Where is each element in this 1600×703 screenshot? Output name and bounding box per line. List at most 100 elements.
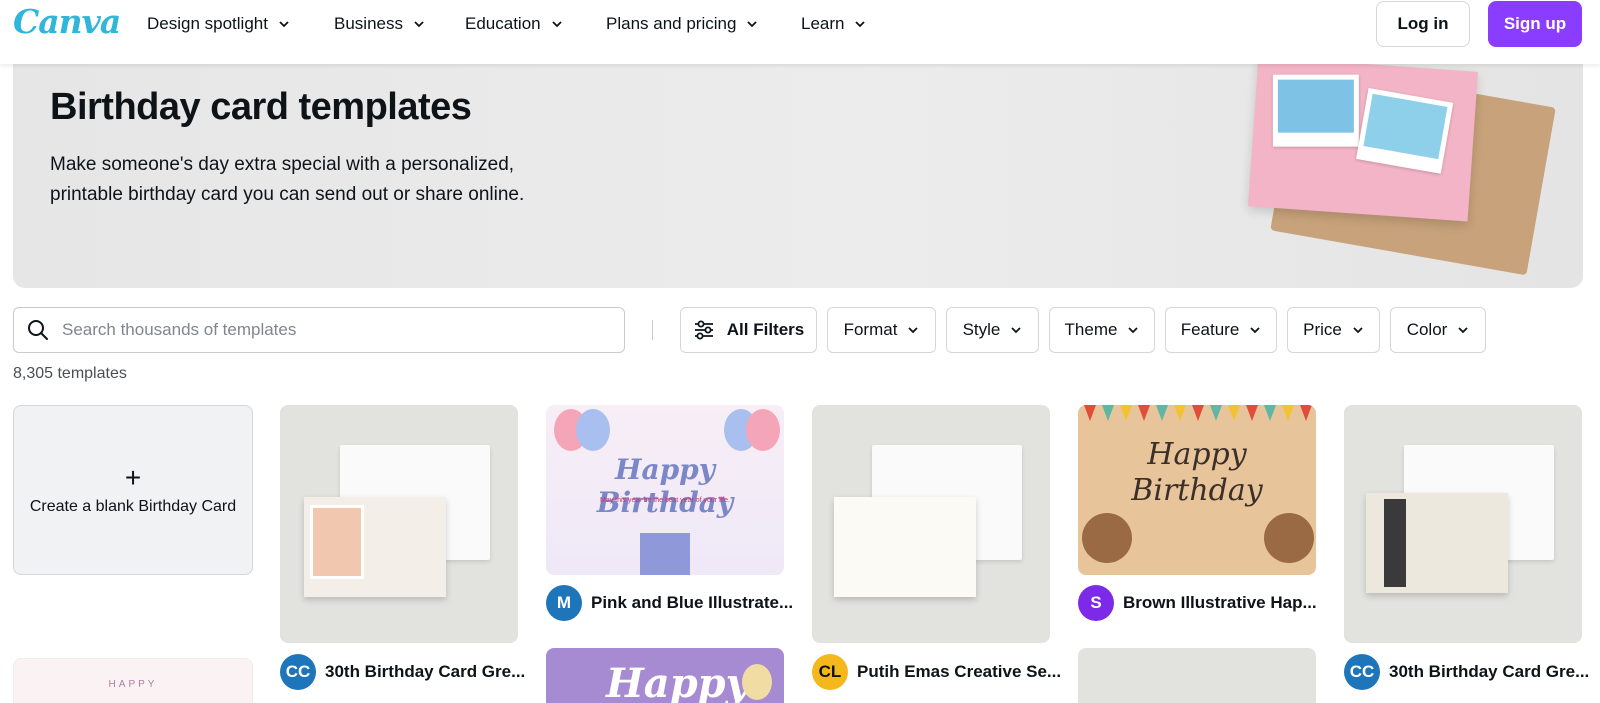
- creator-avatar: CC: [280, 654, 316, 690]
- create-blank-label: Create a blank Birthday Card: [29, 498, 237, 515]
- chevron-down-icon: [1011, 327, 1022, 334]
- hero-description: Make someone's day extra special with a …: [50, 154, 525, 205]
- nav-design-spotlight[interactable]: Design spotlight: [147, 0, 290, 48]
- filter-label: Style: [962, 320, 1001, 339]
- bear-illustration: [1264, 513, 1314, 563]
- nav-label: Learn: [801, 14, 845, 33]
- filter-label: Feature: [1180, 320, 1240, 339]
- template-thumbnail[interactable]: [812, 405, 1050, 643]
- chevron-down-icon: [279, 21, 289, 28]
- template-thumbnail[interactable]: Happy Birthday: [1078, 405, 1316, 575]
- template-meta[interactable]: CL Putih Emas Creative Se...: [812, 654, 1061, 690]
- filter-format[interactable]: Format: [827, 307, 936, 353]
- bunting-flag: [1246, 405, 1258, 421]
- bunting-flag: [1084, 405, 1096, 421]
- canva-logo[interactable]: Canva: [13, 2, 121, 41]
- balloon-illustration: [746, 409, 780, 451]
- nav-label: Education: [465, 14, 541, 33]
- card-title: Happy Birthday: [1131, 437, 1263, 508]
- template-thumbnail[interactable]: [280, 405, 518, 643]
- film-strip: [1384, 499, 1406, 587]
- creator-avatar: CL: [812, 654, 848, 690]
- search-input[interactable]: [62, 320, 602, 340]
- filter-label: All Filters: [726, 320, 805, 339]
- card-illustration: [304, 497, 446, 597]
- chevron-down-icon: [1353, 327, 1363, 334]
- template-meta[interactable]: CC 30th Birthday Card Gre...: [280, 654, 525, 690]
- chevron-down-icon: [1250, 327, 1260, 334]
- sliders-icon: [694, 320, 713, 340]
- template-name: Pink and Blue Illustrate...: [591, 593, 794, 612]
- bunting-flag: [1102, 405, 1114, 421]
- nav-label: Design spotlight: [147, 14, 268, 33]
- filter-theme[interactable]: Theme: [1049, 307, 1155, 353]
- signup-button[interactable]: Sign up: [1488, 1, 1582, 47]
- filter-label: Color: [1406, 320, 1448, 339]
- template-thumbnail[interactable]: HAPPY: [13, 658, 253, 703]
- template-thumbnail[interactable]: Happy Birthday May this year be the best…: [546, 405, 784, 575]
- card-illustration: [1366, 493, 1508, 593]
- bunting-flag: [1120, 405, 1132, 421]
- template-name: 30th Birthday Card Gre...: [325, 662, 526, 681]
- nav-plans-and-pricing[interactable]: Plans and pricing: [606, 0, 758, 48]
- template-meta[interactable]: CC 30th Birthday Card Gre...: [1344, 654, 1589, 690]
- chevron-down-icon: [1128, 327, 1139, 334]
- bunting-flag: [1138, 405, 1150, 421]
- template-meta[interactable]: S Brown Illustrative Hap...: [1078, 585, 1317, 621]
- nav-label: Business: [334, 14, 403, 33]
- card-title: Happy: [606, 660, 749, 703]
- bunting-flag: [1300, 405, 1312, 421]
- filter-feature[interactable]: Feature: [1165, 307, 1277, 353]
- chevron-down-icon: [551, 21, 562, 28]
- filter-price[interactable]: Price: [1287, 307, 1380, 353]
- birthday-card-illustration: [1248, 64, 1478, 222]
- bear-illustration: [1082, 513, 1132, 563]
- bunting-flag: [1264, 405, 1276, 421]
- photo-frame: [310, 505, 364, 579]
- filter-label: Format: [843, 320, 898, 339]
- template-meta[interactable]: M Pink and Blue Illustrate...: [546, 585, 793, 621]
- chevron-down-icon: [747, 21, 758, 28]
- nav-business[interactable]: Business: [334, 0, 425, 48]
- photo-frame: [1356, 87, 1454, 174]
- template-name: 30th Birthday Card Gre...: [1389, 662, 1590, 681]
- bunting-flag: [1192, 405, 1204, 421]
- login-button[interactable]: Log in: [1376, 1, 1470, 47]
- template-thumbnail[interactable]: [1344, 405, 1582, 643]
- card-title: HAPPY: [108, 679, 158, 690]
- card-illustration: [834, 497, 976, 597]
- create-blank-card-button[interactable]: + Create a blank Birthday Card: [13, 405, 253, 575]
- search-icon: [28, 320, 48, 340]
- top-navigation: Canva Design spotlight Business Educatio…: [0, 0, 1600, 64]
- nav-label: Plans and pricing: [606, 14, 737, 33]
- card-subtitle: May this year be the best year of your l…: [600, 497, 730, 504]
- chevron-down-icon: [414, 21, 424, 28]
- nav-learn[interactable]: Learn: [801, 0, 866, 48]
- template-thumbnail[interactable]: [1078, 648, 1316, 703]
- balloon-illustration: [576, 409, 610, 451]
- plus-icon: +: [124, 462, 142, 493]
- balloon-illustration: [742, 664, 772, 700]
- chevron-down-icon: [855, 21, 866, 28]
- bunting-flag: [1174, 405, 1186, 421]
- filter-color[interactable]: Color: [1390, 307, 1486, 353]
- all-filters-button[interactable]: All Filters: [680, 307, 817, 353]
- filter-style[interactable]: Style: [946, 307, 1039, 353]
- gift-illustration: [640, 533, 690, 575]
- bunting-flag: [1156, 405, 1168, 421]
- filter-label: Theme: [1064, 320, 1118, 339]
- bunting-flag: [1210, 405, 1222, 421]
- photo-frame: [1272, 74, 1359, 147]
- creator-avatar: S: [1078, 585, 1114, 621]
- template-search[interactable]: [13, 307, 625, 353]
- chevron-down-icon: [908, 327, 919, 334]
- template-name: Putih Emas Creative Se...: [857, 662, 1062, 681]
- filter-label: Price: [1303, 320, 1342, 339]
- chevron-down-icon: [1458, 327, 1468, 334]
- template-thumbnail[interactable]: Happy: [546, 648, 784, 703]
- creator-avatar: CC: [1344, 654, 1380, 690]
- hero-banner: Birthday card templates Make someone's d…: [13, 64, 1583, 288]
- page-title: Birthday card templates: [50, 86, 472, 128]
- nav-education[interactable]: Education: [465, 0, 563, 48]
- divider: [652, 320, 653, 340]
